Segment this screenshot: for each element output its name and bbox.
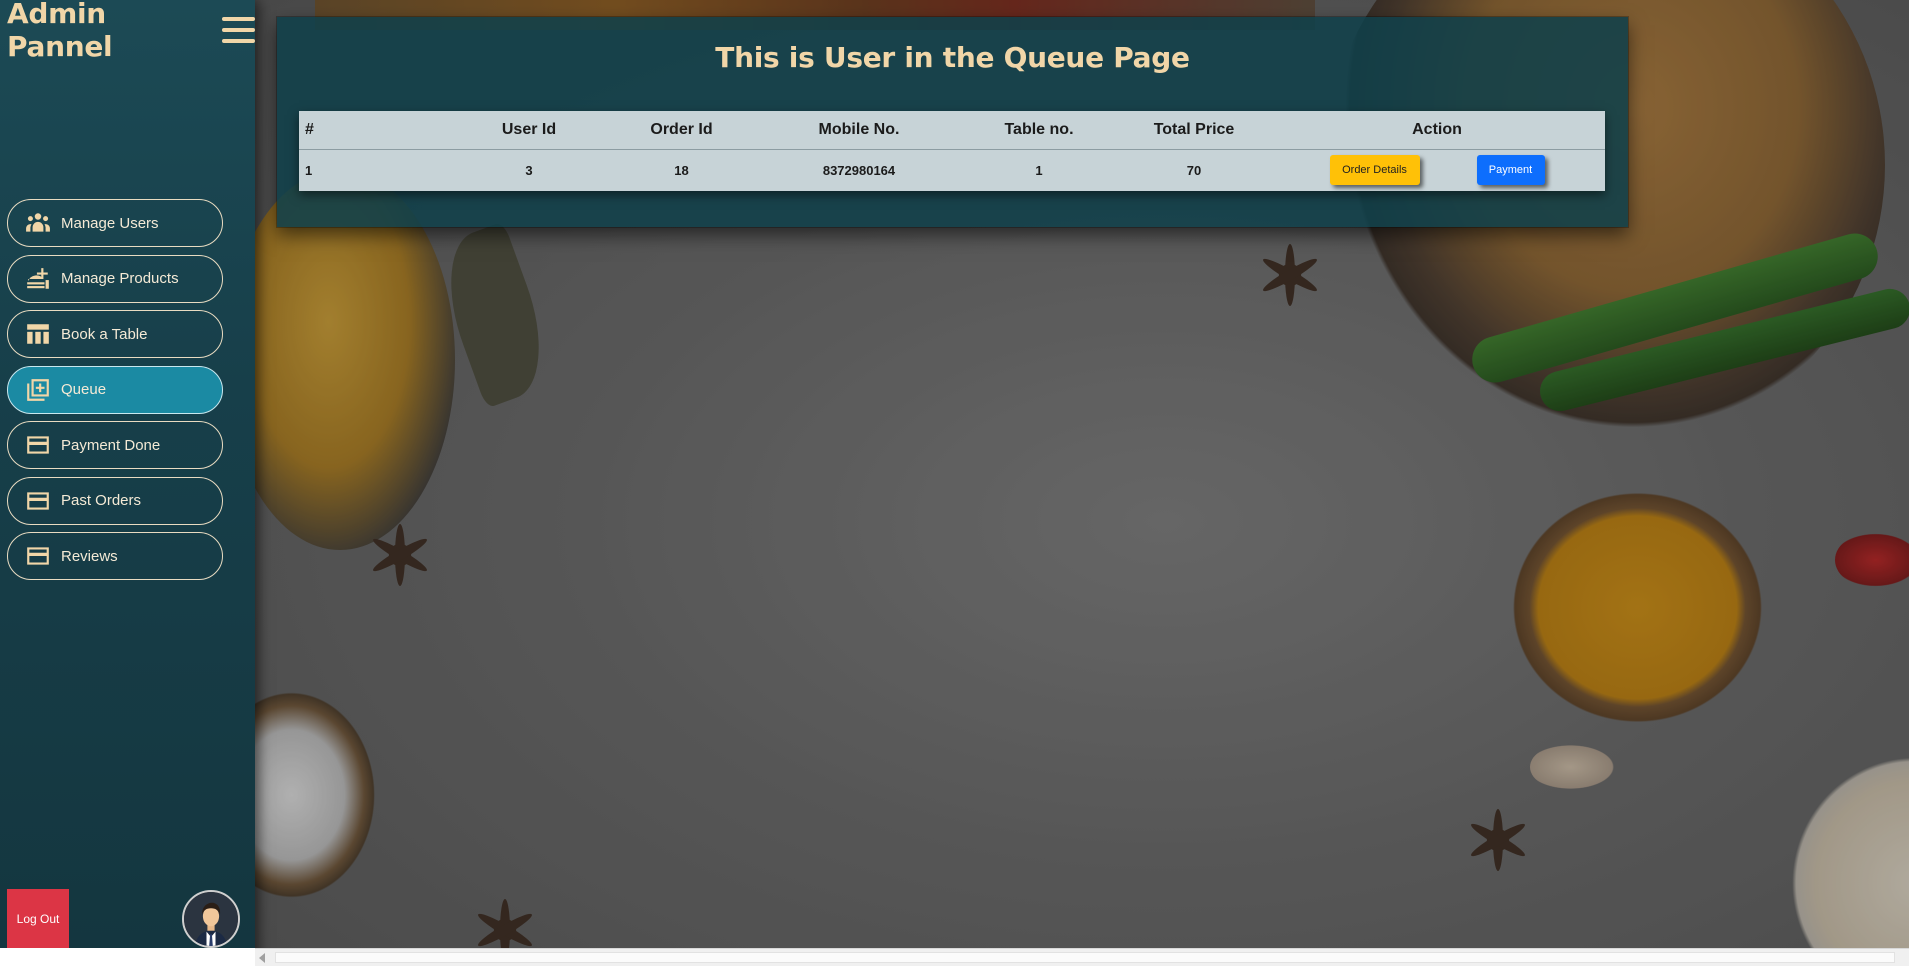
app-title: Admin Pannel [7, 0, 113, 63]
avatar[interactable] [182, 890, 240, 948]
card-icon [25, 543, 51, 569]
table-header-row: # User Id Order Id Mobile No. Table no. … [299, 111, 1605, 150]
cell-total-price: 70 [1186, 162, 1202, 178]
sidebar-item-queue[interactable]: Queue [7, 365, 223, 414]
logout-button[interactable]: Log Out [7, 889, 69, 948]
cell-action: Order Details Payment [1269, 149, 1605, 191]
horizontal-scrollbar[interactable] [255, 948, 1909, 966]
sidebar-item-label: Queue [61, 381, 107, 398]
cell-num: 1 [305, 162, 313, 178]
cell-user-id: 3 [525, 162, 533, 178]
order-details-button[interactable]: Order Details [1329, 155, 1420, 186]
card-icon [25, 488, 51, 514]
column-header-table-no: Table no. [959, 111, 1119, 150]
brand: Admin Pannel [7, 0, 255, 63]
sidebar-item-label: Past Orders [61, 492, 142, 509]
scroll-left-arrow-icon[interactable] [259, 953, 265, 963]
scrollbar-thumb[interactable] [275, 952, 1895, 963]
sidebar-item-label: Reviews [61, 547, 118, 565]
sidebar-item-book-a-table[interactable]: Book a Table [7, 310, 223, 358]
add-to-queue-icon [25, 377, 51, 403]
sidebar-item-label: Payment Done [61, 436, 161, 454]
sidebar-item-reviews[interactable]: Reviews [7, 532, 223, 580]
page-title: This is User in the Queue Page [715, 41, 1190, 74]
column-header-num: # [299, 111, 454, 150]
sidebar-item-past-orders[interactable]: Past Orders [7, 476, 223, 525]
sidebar-item-label: Manage Products [61, 270, 179, 287]
sidebar: Admin Pannel Manage Users Manage Product… [0, 0, 255, 966]
cell-mobile: 8372980164 [822, 162, 896, 178]
sidebar-item-label: Manage Users [61, 214, 159, 232]
column-header-user-id: User Id [454, 111, 604, 150]
column-header-total-price: Total Price [1119, 111, 1269, 150]
table-row: 1 3 18 8372980164 1 70 Order Details Paym… [299, 149, 1605, 191]
hamburger-menu-icon[interactable] [222, 17, 255, 43]
payment-button[interactable]: Payment [1476, 155, 1545, 186]
column-header-action: Action [1269, 111, 1605, 150]
users-icon [25, 210, 51, 236]
column-header-mobile: Mobile No. [759, 111, 959, 150]
table-icon [25, 321, 51, 347]
sidebar-item-manage-users[interactable]: Manage Users [7, 199, 223, 247]
card-icon [25, 432, 51, 458]
sidebar-item-manage-products[interactable]: Manage Products [7, 254, 223, 303]
food-serving-icon [25, 266, 51, 292]
column-header-order-id: Order Id [604, 111, 759, 150]
user-avatar-icon [184, 892, 238, 946]
sidebar-nav: Manage Users Manage Products Book a Tabl… [7, 199, 223, 588]
cell-order-id: 18 [674, 162, 689, 178]
sidebar-item-payment-done[interactable]: Payment Done [7, 421, 223, 469]
sidebar-item-label: Book a Table [61, 325, 148, 343]
cell-table-no: 1 [1035, 162, 1043, 178]
queue-table: # User Id Order Id Mobile No. Table no. … [299, 111, 1605, 191]
queue-panel: This is User in the Queue Page # User Id… [277, 17, 1628, 227]
